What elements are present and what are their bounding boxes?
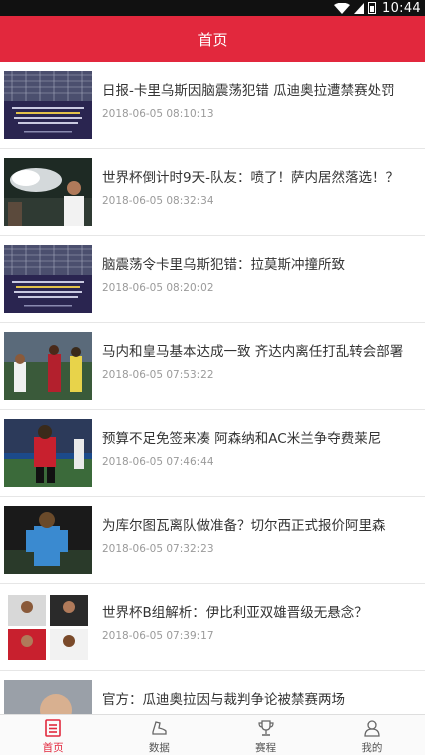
nav-mine[interactable]: 我的 — [319, 715, 425, 755]
news-item[interactable]: 世界杯B组解析：伊比利亚双雄晋级无悬念？ 2018-06-05 07:39:17 — [0, 584, 425, 671]
news-title: 世界杯倒计时9天-队友：喷了！萨内居然落选！？ — [102, 170, 399, 186]
boot-icon — [152, 721, 168, 735]
coach-image — [4, 680, 92, 714]
trophy-icon — [258, 720, 274, 736]
news-time: 2018-06-05 07:46:44 — [102, 456, 214, 468]
news-list: 日报-卡里乌斯因脑震荡犯错 瓜迪奥拉遭禁赛处罚 2018-06-05 08:10… — [0, 62, 425, 714]
news-title: 世界杯B组解析：伊比利亚双雄晋级无悬念？ — [102, 605, 368, 621]
news-item[interactable]: 日报-卡里乌斯因脑震荡犯错 瓜迪奥拉遭禁赛处罚 2018-06-05 08:10… — [0, 62, 425, 149]
news-time: 2018-06-05 07:32:23 — [102, 543, 214, 555]
user-icon — [364, 720, 380, 737]
nav-label: 我的 — [361, 742, 383, 754]
status-time: 10:44 — [382, 0, 421, 16]
home-icon — [45, 719, 61, 737]
app-header: 首页 — [0, 16, 425, 62]
news-time: 2018-06-05 07:53:22 — [102, 369, 214, 381]
belgium-player-image — [4, 419, 92, 487]
page-title: 首页 — [197, 30, 228, 49]
news-time: 2018-06-05 08:10:13 — [102, 108, 214, 120]
wifi-icon — [334, 2, 351, 14]
news-title: 马内和皇马基本达成一致 齐达内离任打乱转会部署 — [102, 344, 404, 360]
player-spray-image — [4, 158, 92, 226]
battery-icon — [368, 2, 377, 14]
news-item[interactable]: 马内和皇马基本达成一致 齐达内离任打乱转会部署 2018-06-05 07:53… — [0, 323, 425, 410]
news-item[interactable]: 为库尔图瓦离队做准备？切尔西正式报价阿里森 2018-06-05 07:32:2… — [0, 497, 425, 584]
bottom-nav: 首页 数据 赛程 我的 — [0, 714, 425, 755]
concussion-statement-image — [4, 245, 92, 313]
status-bar: 10:44 — [0, 0, 425, 16]
nav-home[interactable]: 首页 — [0, 715, 106, 755]
news-time: 2018-06-05 08:20:02 — [102, 282, 214, 294]
news-title: 官方：瓜迪奥拉因与裁判争论被禁赛两场 — [102, 692, 345, 708]
news-title: 脑震荡令卡里乌斯犯错：拉莫斯冲撞所致 — [102, 257, 345, 273]
nav-schedule[interactable]: 赛程 — [213, 715, 319, 755]
nav-label: 赛程 — [255, 742, 277, 754]
news-item[interactable]: 官方：瓜迪奥拉因与裁判争论被禁赛两场 — [0, 671, 425, 714]
concussion-statement-image — [4, 71, 92, 139]
signal-icon — [354, 2, 365, 14]
news-item[interactable]: 预算不足免签来凑 阿森纳和AC米兰争夺费莱尼 2018-06-05 07:46:… — [0, 410, 425, 497]
news-time: 2018-06-05 08:32:34 — [102, 195, 214, 207]
app-screen: 10:44 首页 日报-卡里乌斯因脑震荡犯错 瓜迪奥拉遭禁赛处罚 2018-06… — [0, 0, 425, 755]
news-time: 2018-06-05 07:39:17 — [102, 630, 214, 642]
match-players-image — [4, 332, 92, 400]
goalkeeper-image — [4, 506, 92, 574]
nav-label: 首页 — [42, 742, 64, 754]
news-title: 日报-卡里乌斯因脑震荡犯错 瓜迪奥拉遭禁赛处罚 — [102, 83, 395, 99]
nav-label: 数据 — [148, 742, 170, 754]
nav-data[interactable]: 数据 — [106, 715, 212, 755]
status-icons — [334, 2, 377, 14]
players-collage-image — [4, 593, 92, 661]
news-item[interactable]: 脑震荡令卡里乌斯犯错：拉莫斯冲撞所致 2018-06-05 08:20:02 — [0, 236, 425, 323]
news-item[interactable]: 世界杯倒计时9天-队友：喷了！萨内居然落选！？ 2018-06-05 08:32… — [0, 149, 425, 236]
news-title: 预算不足免签来凑 阿森纳和AC米兰争夺费莱尼 — [102, 431, 382, 447]
news-title: 为库尔图瓦离队做准备？切尔西正式报价阿里森 — [102, 518, 386, 534]
